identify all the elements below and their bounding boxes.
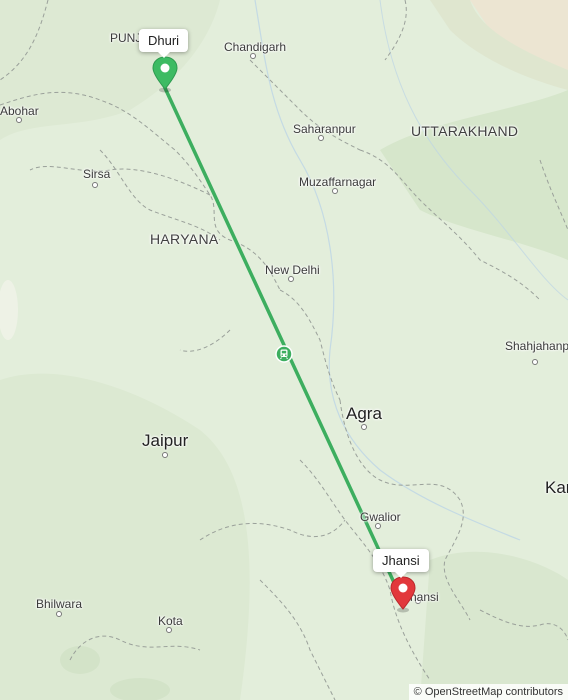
place-dot-agra (361, 424, 367, 430)
place-dot-bhilwara (56, 611, 62, 617)
origin-callout: Dhuri (139, 29, 189, 58)
map-attribution[interactable]: © OpenStreetMap contributors (408, 684, 568, 700)
place-label-muzaffarnagar: Muzaffarnagar (299, 175, 377, 189)
place-dot-sirsa (92, 182, 98, 188)
place-label-gwalior: Gwalior (360, 510, 401, 524)
destination-label: Jhansi (382, 553, 420, 568)
place-label-new-delhi: New Delhi (265, 263, 320, 277)
attribution-text: © OpenStreetMap contributors (413, 686, 563, 698)
place-label-chandigarh: Chandigarh (224, 40, 287, 54)
place-dot-jaipur (162, 452, 168, 458)
place-label-kanpur: Kanpur (545, 478, 568, 497)
place-dot-shahjahanpur (532, 359, 538, 365)
place-label-bhilwara: Bhilwara (36, 597, 83, 611)
place-label-uttarakhand: UTTARAKHAND (411, 123, 519, 139)
place-label-jaipur: Jaipur (142, 431, 189, 450)
destination-marker-icon[interactable] (388, 576, 418, 616)
origin-marker-icon[interactable] (150, 56, 180, 96)
destination-callout: Jhansi (373, 549, 429, 578)
place-label-abohar: Abohar (0, 104, 39, 118)
place-label-agra: Agra (346, 404, 382, 423)
train-icon[interactable] (275, 345, 293, 363)
place-label-sirsa: Sirsa (83, 167, 111, 181)
map-canvas[interactable]: PUNJAB Chandigarh Abohar Sirsa HARYANA S… (0, 0, 568, 700)
place-label-haryana: HARYANA (150, 231, 219, 247)
place-label-kota: Kota (158, 614, 183, 628)
place-label-saharanpur: Saharanpur (293, 122, 356, 136)
place-label-shahjahanpur: Shahjahanpur (505, 339, 568, 353)
origin-label: Dhuri (148, 33, 180, 48)
